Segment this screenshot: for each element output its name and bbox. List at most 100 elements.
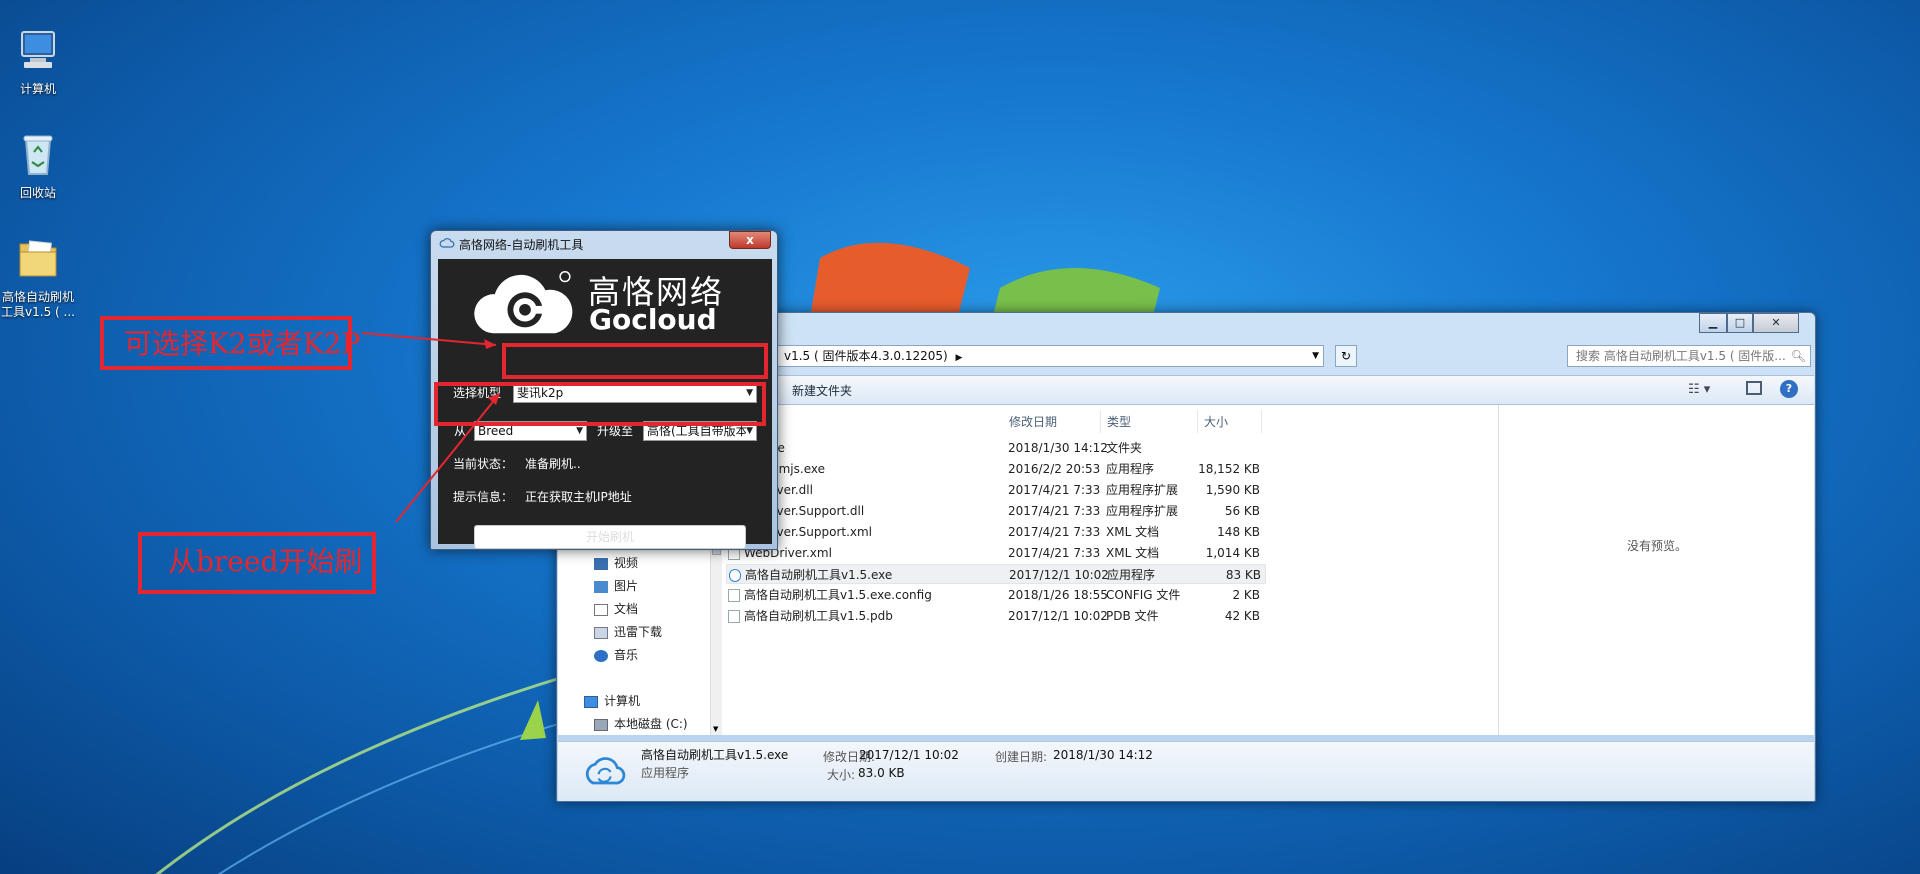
desktop-icon-label: 高恪自动刷机 工具v1.5 ( ... (1, 290, 75, 319)
nav-item-videos[interactable]: 视频 (594, 553, 638, 573)
file-date: 2017/4/21 7:33 (1008, 504, 1101, 518)
file-date: 2017/4/21 7:33 (1008, 525, 1101, 539)
nav-label: 计算机 (604, 694, 641, 708)
details-created-value: 2018/1/30 14:12 (1053, 748, 1153, 762)
file-date: 2018/1/30 14:12 (1008, 441, 1108, 455)
view-options-icon[interactable]: ☷ ▾ (1688, 382, 1710, 397)
column-header-type[interactable]: 类型 (1101, 411, 1198, 433)
nav-label: 本地磁盘 (C:) (614, 717, 688, 731)
file-date: 2017/4/21 7:33 (1008, 546, 1101, 560)
app-cloud-icon (585, 757, 626, 785)
scroll-down-icon[interactable]: ▼ (713, 725, 718, 733)
downloads-icon (594, 626, 608, 639)
help-icon[interactable]: ? (1780, 380, 1798, 398)
file-row[interactable]: ebDriver.Support.xml 2017/4/21 7:33 XML 文档… (726, 522, 1266, 542)
desktop-icon-folder[interactable]: 高恪自动刷机 工具v1.5 ( ... (0, 234, 78, 320)
details-size-value: 83.0 KB (858, 766, 905, 780)
dialog-close-button[interactable]: x (729, 231, 771, 249)
annotation-box-model-select (502, 343, 768, 379)
no-preview-text: 没有预览。 (1626, 539, 1687, 553)
hint-label: 提示信息： (453, 490, 514, 504)
dialog-title: 高恪网络-自动刷机工具 (459, 238, 584, 252)
nav-item-documents[interactable]: 文档 (594, 599, 638, 619)
search-icon: 🔍︎ (1790, 349, 1806, 363)
annotation-box-from-upgrade (434, 382, 766, 426)
disk-icon (594, 718, 608, 731)
file-date: 2017/12/1 10:02 (1008, 609, 1108, 623)
file-name: 高恪自动刷机工具v1.5.exe (745, 568, 893, 582)
file-row[interactable]: 高恪自动刷机工具v1.5.exe 2017/12/1 10:02 应用程序 83 KB (726, 564, 1266, 584)
refresh-button[interactable]: ↻ (1335, 345, 1357, 367)
file-date: 2017/12/1 10:02 (1009, 568, 1109, 582)
file-size: 2 KB (1232, 588, 1260, 602)
file-type: 应用程序 (1106, 462, 1155, 476)
documents-icon (594, 603, 608, 616)
recycle-bin-icon (23, 135, 53, 175)
close-button[interactable]: ✕ (1753, 313, 1799, 333)
file-row[interactable]: ebDriver.Support.dll 2017/4/21 7:33 应用程序扩展… (726, 501, 1266, 521)
preview-pane-icon[interactable] (1746, 381, 1762, 395)
computer-icon (584, 695, 598, 708)
details-modified-value: 2017/12/1 10:02 (859, 748, 959, 762)
desktop-icon-computer[interactable]: 计算机 (0, 26, 78, 97)
details-pane: 高恪自动刷机工具v1.5.exe 应用程序 修改日期: 2017/12/1 10… (558, 741, 1814, 801)
file-row[interactable]: ebDriver.dll 2017/4/21 7:33 应用程序扩展 1,590 KB (726, 480, 1266, 500)
file-date: 2017/4/21 7:33 (1008, 483, 1101, 497)
file-row[interactable]: hantomjs.exe 2016/2/2 20:53 应用程序 18,152 KB (726, 459, 1266, 479)
file-size: 148 KB (1217, 525, 1260, 539)
nav-label: 迅雷下载 (614, 625, 663, 639)
details-created-label: 创建日期: (995, 750, 1048, 764)
hint-value: 正在获取主机IP地址 (525, 490, 632, 504)
file-size: 83 KB (1225, 568, 1261, 582)
file-row[interactable]: mware2018/1/30 14:12文件夹 (726, 438, 1266, 458)
title-cloud-icon (439, 238, 455, 248)
desktop-icon-label: 计算机 (19, 82, 56, 96)
desktop-icon-recycle-bin[interactable]: 回收站 (0, 130, 78, 201)
start-flash-button[interactable]: 开始刷机 (474, 525, 746, 549)
new-folder-button[interactable]: 新建文件夹 (792, 382, 852, 399)
folder-icon (19, 240, 57, 277)
column-header-date[interactable]: 修改日期 (1003, 411, 1101, 433)
search-input[interactable]: 搜索 高恪自动刷机工具v1.5 ( 固件版... 🔍︎ (1567, 345, 1811, 367)
file-row[interactable]: WebDriver.xml 2017/4/21 7:33 XML 文档 1,014 K… (726, 543, 1266, 563)
search-placeholder: 搜索 高恪自动刷机工具v1.5 ( 固件版... (1576, 349, 1786, 363)
file-size: 18,152 KB (1198, 462, 1260, 476)
file-type: PDB 文件 (1106, 609, 1159, 623)
address-dropdown-icon[interactable]: ▼ (1312, 346, 1319, 366)
nav-item-thunder-downloads[interactable]: 迅雷下载 (594, 622, 662, 642)
file-name: 高恪自动刷机工具v1.5.pdb (744, 609, 893, 623)
file-size: 42 KB (1224, 609, 1260, 623)
nav-label: 音乐 (614, 648, 639, 662)
videos-icon (594, 557, 608, 570)
file-row[interactable]: 高恪自动刷机工具v1.5.exe.config 2018/1/26 18:55 CO… (726, 585, 1266, 605)
app-cloud-icon (729, 569, 741, 582)
status-label: 当前状态： (453, 457, 514, 471)
file-size: 1,014 KB (1205, 546, 1260, 560)
source-firmware-value: Breed (478, 424, 514, 438)
details-file-name: 高恪自动刷机工具v1.5.exe (641, 748, 789, 762)
file-type: XML 文档 (1106, 546, 1160, 560)
brand-name-en: Gocloud (589, 303, 717, 336)
file-icon (728, 589, 740, 602)
annotation-text-select-k2: 可选择K2或者K2P (124, 327, 361, 360)
nav-item-computer[interactable]: 计算机 (584, 691, 640, 711)
file-size: 1,590 KB (1205, 483, 1260, 497)
column-header-size[interactable]: 大小 (1198, 411, 1262, 433)
status-value: 准备刷机.. (525, 457, 581, 471)
file-type: 文件夹 (1106, 441, 1143, 455)
file-size: 56 KB (1224, 504, 1260, 518)
gocloud-logo-icon (474, 271, 573, 334)
maximize-button[interactable]: □ (1727, 313, 1753, 333)
file-date: 2018/1/26 18:55 (1008, 588, 1108, 602)
file-type: 应用程序扩展 (1106, 483, 1179, 497)
nav-label: 视频 (614, 556, 639, 570)
minimize-button[interactable]: ▁ (1699, 313, 1727, 333)
file-type: 应用程序 (1107, 568, 1156, 582)
nav-item-local-disk[interactable]: 本地磁盘 (C:) (594, 714, 688, 734)
file-type: CONFIG 文件 (1106, 588, 1181, 602)
desktop-icon-label: 回收站 (19, 186, 56, 200)
nav-item-music[interactable]: 音乐 (594, 645, 638, 665)
preview-pane: 没有预览。 (1498, 405, 1814, 735)
nav-item-pictures[interactable]: 图片 (594, 576, 638, 596)
file-row[interactable]: 高恪自动刷机工具v1.5.pdb 2017/12/1 10:02 PDB 文件 42 … (726, 606, 1266, 626)
